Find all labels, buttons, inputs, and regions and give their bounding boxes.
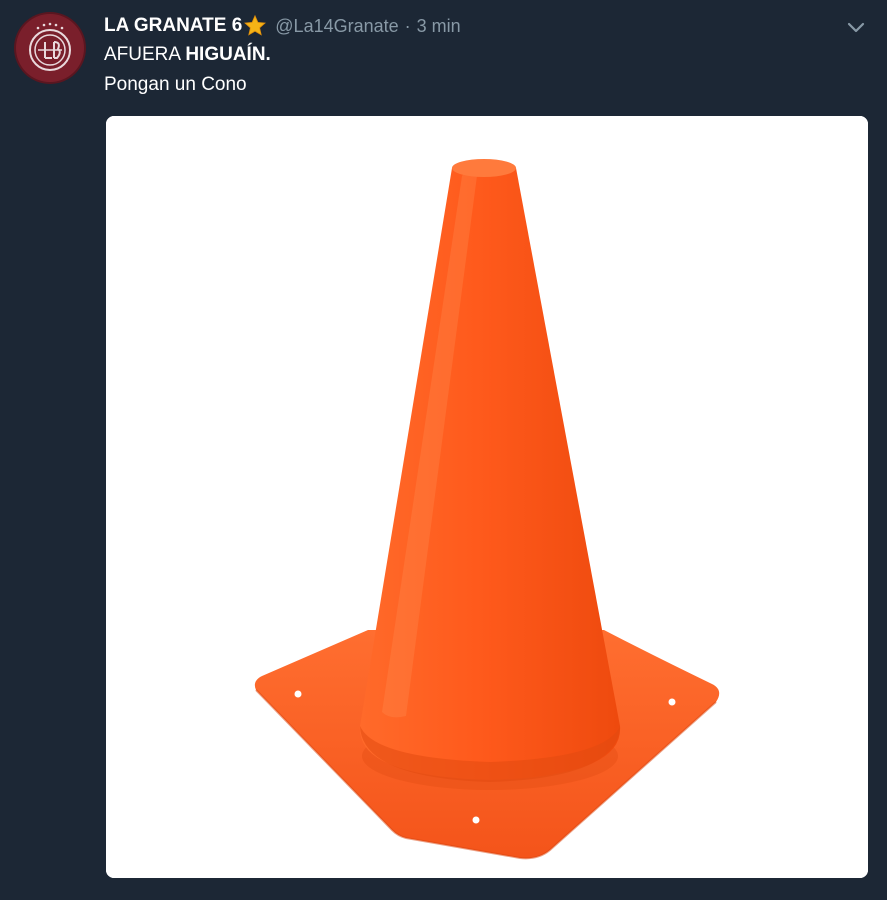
user-handle[interactable]: @La14Granate [275,16,398,37]
avatar[interactable] [16,14,84,82]
traffic-cone-image [106,116,868,878]
tweet-text-prefix: AFUERA [104,44,186,65]
tweet-header: LA GRANATE 6 @La14Granate · 3 min [104,12,461,40]
club-crest-icon [17,15,83,81]
display-name[interactable]: LA GRANATE 6 [104,15,242,37]
chevron-down-icon[interactable] [845,16,867,38]
timestamp[interactable]: 3 min [417,16,461,37]
header-separator: · [404,15,411,36]
tweet-text-line-2: Pongan un Cono [104,74,247,95]
tweet-text-bold: HIGUAÍN. [185,44,271,65]
tweet-text-line-1: AFUERA HIGUAÍN. [104,44,271,66]
tweet[interactable]: LA GRANATE 6 @La14Granate · 3 min AFUERA… [0,0,887,900]
tweet-image[interactable] [106,116,868,878]
star-icon [243,14,267,38]
